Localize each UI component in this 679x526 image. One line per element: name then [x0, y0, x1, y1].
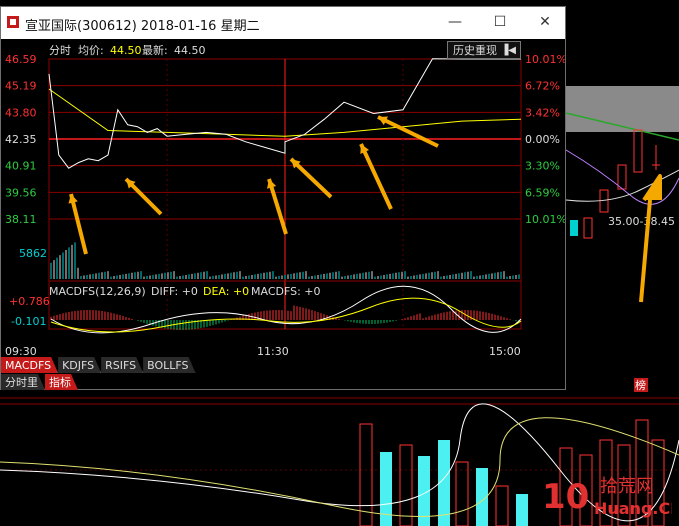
avg-label: 均价:	[78, 44, 104, 57]
bg-ma-line	[565, 169, 679, 202]
pct-tick: 3.30%	[525, 160, 560, 173]
time-label-noon: 11:30	[257, 345, 289, 358]
bg-ma-line	[565, 149, 679, 205]
bg-candle	[633, 129, 643, 173]
bg-candle	[617, 164, 627, 190]
bottom-tabs: 分时里 指标	[1, 374, 78, 390]
price-tick: 46.59	[5, 53, 37, 66]
mode-label: 分时	[49, 44, 71, 57]
price-tick: 45.19	[5, 80, 37, 93]
annotation-arrows	[68, 115, 439, 255]
avg-value: 44.50	[110, 44, 142, 57]
last-label: 最新:	[142, 43, 168, 57]
tab-macdfs[interactable]: MACDFS	[1, 357, 58, 373]
macd-top: +0.786	[9, 295, 50, 308]
macd-bottom: -0.101	[11, 315, 46, 328]
pct-tick: 6.59%	[525, 186, 560, 199]
pct-tick: 6.72%	[525, 80, 560, 93]
tab-indicator[interactable]: 指标	[45, 374, 78, 390]
percent-axis: 10.01% 6.72% 3.42% 0.00% 3.30% 6.59% 10.01%	[525, 53, 565, 226]
macd-dea: DEA: +0	[203, 285, 249, 298]
bg-volume-bar	[495, 485, 509, 526]
title-bar[interactable]: 宣亚国际(300612) 2018-01-16 星期二 — ☐ ✕	[1, 7, 565, 39]
watermark-en: Huang.CN	[594, 499, 672, 518]
watermark-number: 10	[542, 477, 589, 517]
timeshare-window: 宣亚国际(300612) 2018-01-16 星期二 — ☐ ✕ 分时 均价:…	[0, 6, 566, 390]
tab-rsifs[interactable]: RSIFS	[101, 357, 143, 373]
annotation-arrow	[69, 193, 88, 255]
bg-price-band	[566, 86, 679, 132]
price-tick: 38.11	[5, 213, 37, 226]
rewind-icon: ▐◀	[500, 45, 516, 56]
bg-price-note: 35.00-38.45	[608, 215, 675, 228]
time-label-close: 15:00	[489, 345, 521, 358]
price-tick: 43.80	[5, 106, 37, 119]
bg-volume-bar	[399, 444, 413, 526]
bg-board-label: 榜	[635, 378, 646, 392]
pct-tick: 0.00%	[525, 133, 560, 146]
bg-candle	[583, 217, 593, 239]
annotation-arrow	[359, 143, 393, 210]
macd-title: MACDFS(12,26,9)	[49, 285, 146, 298]
history-replay-button[interactable]: 历史重现 ▐◀	[447, 41, 521, 59]
last-value: 44.50	[174, 44, 206, 57]
pct-tick: 3.42%	[525, 106, 560, 119]
history-label: 历史重现	[453, 44, 497, 57]
bg-volume-bar	[455, 461, 469, 526]
watermark-cn: 拾荒网	[600, 476, 654, 497]
macd-value: MACDFS: +0	[251, 285, 321, 298]
app-icon	[7, 16, 19, 28]
price-tick: 42.35	[5, 133, 37, 146]
timeshare-chart: 分时 均价: 44.50 最新: 44.50 46.59 45.19 43.80 42…	[5, 43, 565, 358]
watermark-logo: 10 拾荒网 Huang.CN	[540, 470, 679, 522]
indicator-tabs: MACDFS KDJFS RSIFS BOLLFS	[1, 357, 196, 373]
bg-arrow	[639, 174, 662, 303]
price-tick: 39.56	[5, 186, 37, 199]
annotation-arrow	[377, 115, 439, 148]
pct-tick: 10.01%	[525, 53, 565, 66]
tab-timeshare[interactable]: 分时里	[1, 374, 45, 390]
macd-diff: DIFF: +0	[151, 285, 198, 298]
tab-bollfs[interactable]: BOLLFS	[143, 357, 195, 373]
tab-kdjfs[interactable]: KDJFS	[58, 357, 101, 373]
price-axis: 46.59 45.19 43.80 42.35 40.91 39.56 38.11	[5, 53, 37, 226]
pct-tick: 10.01%	[525, 213, 565, 226]
window-title: 宣亚国际(300612) 2018-01-16 星期二	[25, 19, 260, 34]
bg-candle	[570, 220, 578, 236]
volume-scale: 5862	[19, 247, 47, 260]
minimize-button[interactable]: —	[441, 11, 469, 33]
close-button[interactable]: ✕	[531, 11, 559, 33]
maximize-button[interactable]: ☐	[486, 11, 514, 33]
bg-volume-bar	[516, 494, 528, 526]
price-tick: 40.91	[5, 160, 37, 173]
